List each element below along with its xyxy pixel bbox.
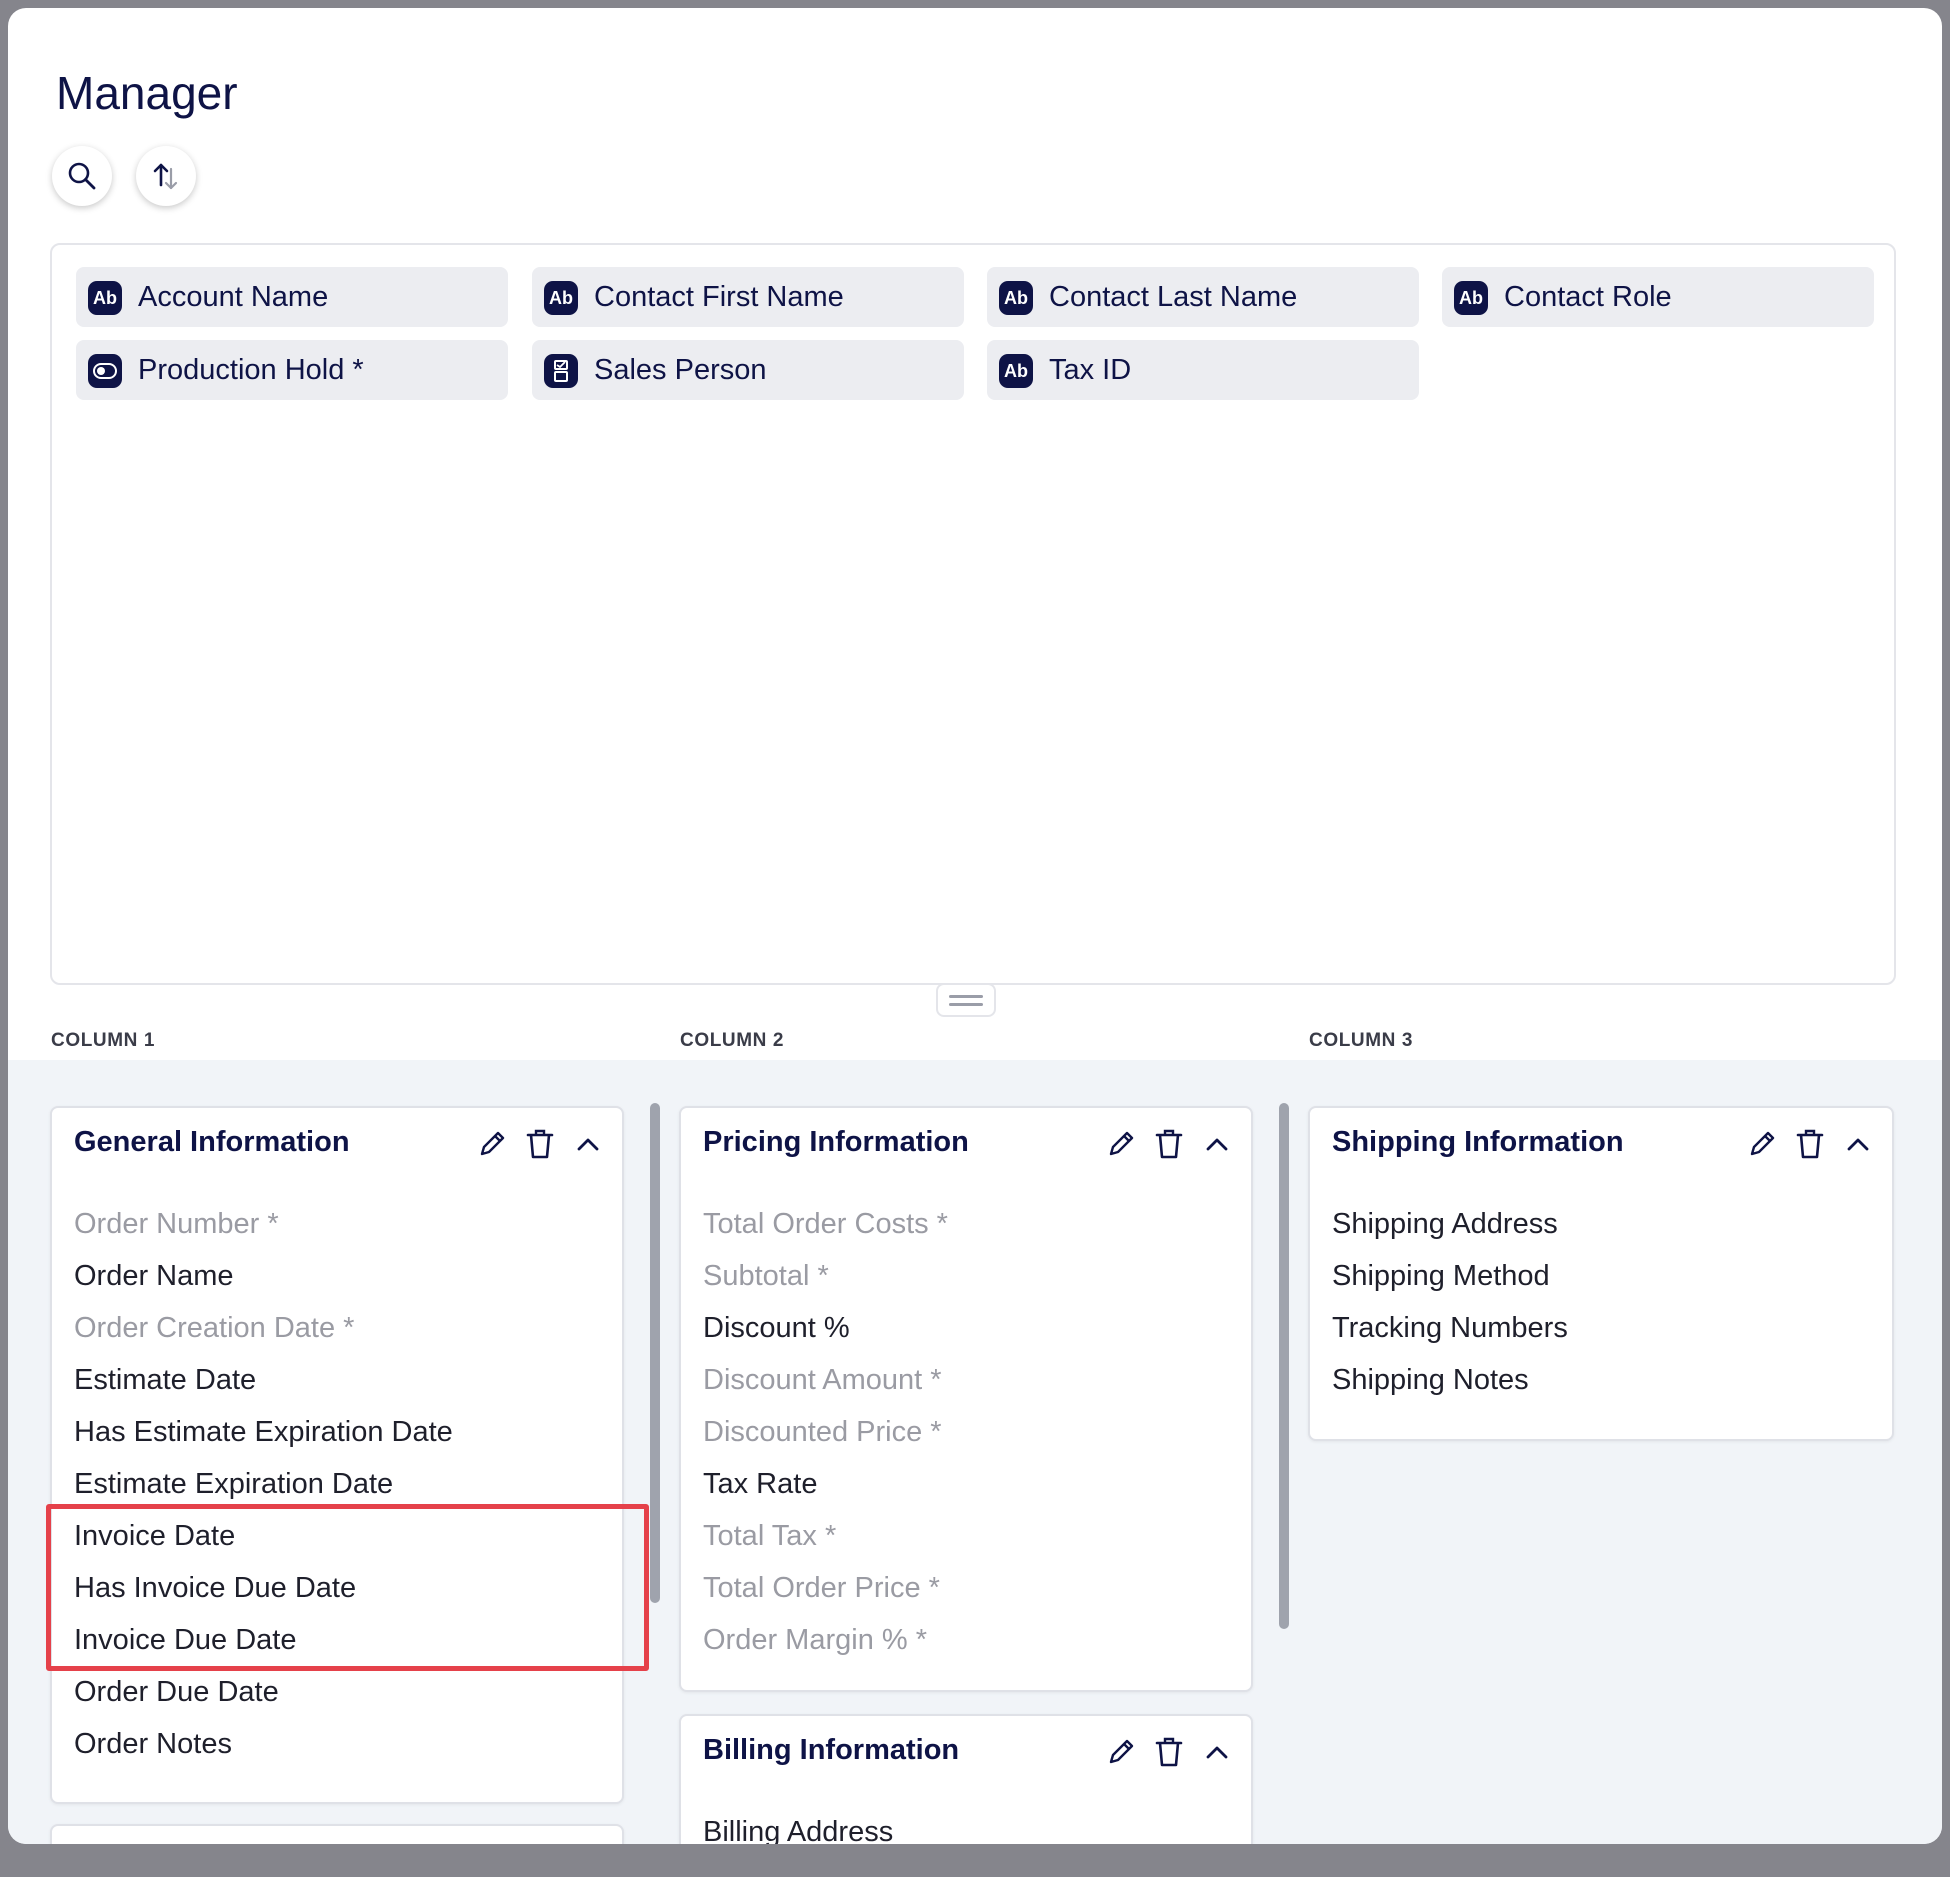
field-chip-contact-role[interactable]: Ab Contact Role <box>1442 267 1874 327</box>
field-item[interactable]: Shipping Method <box>1332 1250 1568 1302</box>
toggle-field-icon <box>88 354 122 388</box>
available-fields-pool: Ab Account Name Ab Contact First Name Ab… <box>50 243 1896 985</box>
field-chip-label: Contact First Name <box>594 281 844 313</box>
field-item[interactable]: Billing Address <box>703 1806 893 1844</box>
resize-handle[interactable] <box>936 983 996 1017</box>
field-item[interactable]: Order Creation Date * <box>74 1302 453 1354</box>
field-chip-label: Tax ID <box>1049 354 1132 386</box>
text-field-icon: Ab <box>88 281 122 315</box>
field-item[interactable]: Order Number * <box>74 1198 453 1250</box>
field-chip-contact-first-name[interactable]: Ab Contact First Name <box>532 267 964 327</box>
field-chip-production-hold[interactable]: Production Hold * <box>76 340 508 400</box>
search-icon <box>68 162 96 190</box>
field-chip-label: Contact Role <box>1504 281 1672 313</box>
manager-window: Manager Ab Account Name Ab Contact First… <box>8 8 1942 1844</box>
sort-icon <box>153 163 178 190</box>
section-title: Billing Information <box>703 1734 960 1766</box>
field-item[interactable]: Total Order Costs * <box>703 1198 948 1250</box>
chevron-up-icon[interactable] <box>1840 1126 1876 1162</box>
field-item[interactable]: Discount % <box>703 1302 948 1354</box>
column-2-label: COLUMN 2 <box>680 1030 785 1051</box>
text-field-icon: Ab <box>544 281 578 315</box>
field-item[interactable]: Tax Rate <box>703 1458 948 1510</box>
field-item[interactable]: Has Estimate Expiration Date <box>74 1406 453 1458</box>
pricing-information-card[interactable]: Pricing Information Total Order Costs * … <box>679 1106 1253 1692</box>
search-button[interactable] <box>52 146 112 206</box>
field-chip-label: Contact Last Name <box>1049 281 1298 313</box>
column-3-label: COLUMN 3 <box>1309 1030 1414 1051</box>
section-field-list: Total Order Costs * Subtotal * Discount … <box>703 1198 948 1666</box>
field-item[interactable]: Shipping Notes <box>1332 1354 1568 1406</box>
edit-icon[interactable] <box>1103 1126 1139 1162</box>
shipping-information-card[interactable]: Shipping Information Shipping Address Sh… <box>1308 1106 1894 1441</box>
chevron-up-icon[interactable] <box>570 1126 606 1162</box>
field-item[interactable]: Estimate Date <box>74 1354 453 1406</box>
sort-button[interactable] <box>136 146 196 206</box>
delete-icon[interactable] <box>522 1126 558 1162</box>
field-item[interactable]: Total Tax * <box>703 1510 948 1562</box>
field-item[interactable]: Order Due Date <box>74 1666 453 1718</box>
delete-icon[interactable] <box>1151 1734 1187 1770</box>
field-item[interactable]: Tracking Numbers <box>1332 1302 1568 1354</box>
billing-information-card[interactable]: Billing Information Billing Address <box>679 1714 1253 1844</box>
section-title: Pricing Information <box>703 1126 969 1158</box>
field-item[interactable]: Estimate Expiration Date <box>74 1458 453 1510</box>
field-item[interactable]: Shipping Address <box>1332 1198 1568 1250</box>
edit-icon[interactable] <box>1103 1734 1139 1770</box>
general-information-card[interactable]: General Information Order Number * Order… <box>50 1106 624 1804</box>
column-divider[interactable] <box>650 1103 660 1603</box>
section-field-list: Order Number * Order Name Order Creation… <box>74 1198 453 1770</box>
delete-icon[interactable] <box>1151 1126 1187 1162</box>
section-field-list: Shipping Address Shipping Method Trackin… <box>1332 1198 1568 1406</box>
field-item[interactable]: Order Margin % * <box>703 1614 948 1666</box>
section-title: Shipping Information <box>1332 1126 1624 1158</box>
field-chip-label: Production Hold * <box>138 354 364 386</box>
section-field-list: Billing Address <box>703 1806 893 1844</box>
field-item[interactable]: Discounted Price * <box>703 1406 948 1458</box>
text-field-icon: Ab <box>999 281 1033 315</box>
edit-icon[interactable] <box>474 1126 510 1162</box>
field-chip-sales-person[interactable]: Sales Person <box>532 340 964 400</box>
section-title: General Information <box>74 1126 350 1158</box>
next-section-card[interactable] <box>50 1824 624 1844</box>
edit-icon[interactable] <box>1744 1126 1780 1162</box>
field-item[interactable]: Subtotal * <box>703 1250 948 1302</box>
text-field-icon: Ab <box>999 354 1033 388</box>
chevron-up-icon[interactable] <box>1199 1734 1235 1770</box>
field-chip-label: Sales Person <box>594 354 767 386</box>
field-item[interactable]: Total Order Price * <box>703 1562 948 1614</box>
field-item[interactable]: Order Name <box>74 1250 453 1302</box>
field-item[interactable]: Order Notes <box>74 1718 453 1770</box>
field-chip-tax-id[interactable]: Ab Tax ID <box>987 340 1419 400</box>
column-1-label: COLUMN 1 <box>51 1030 156 1051</box>
column-divider[interactable] <box>1279 1103 1289 1629</box>
text-field-icon: Ab <box>1454 281 1488 315</box>
chevron-up-icon[interactable] <box>1199 1126 1235 1162</box>
user-select-field-icon <box>544 354 578 388</box>
page-title: Manager <box>56 67 238 119</box>
delete-icon[interactable] <box>1792 1126 1828 1162</box>
field-item[interactable]: Discount Amount * <box>703 1354 948 1406</box>
highlight-box <box>46 1504 649 1671</box>
field-chip-contact-last-name[interactable]: Ab Contact Last Name <box>987 267 1419 327</box>
field-chip-label: Account Name <box>138 281 329 313</box>
field-chip-account-name[interactable]: Ab Account Name <box>76 267 508 327</box>
